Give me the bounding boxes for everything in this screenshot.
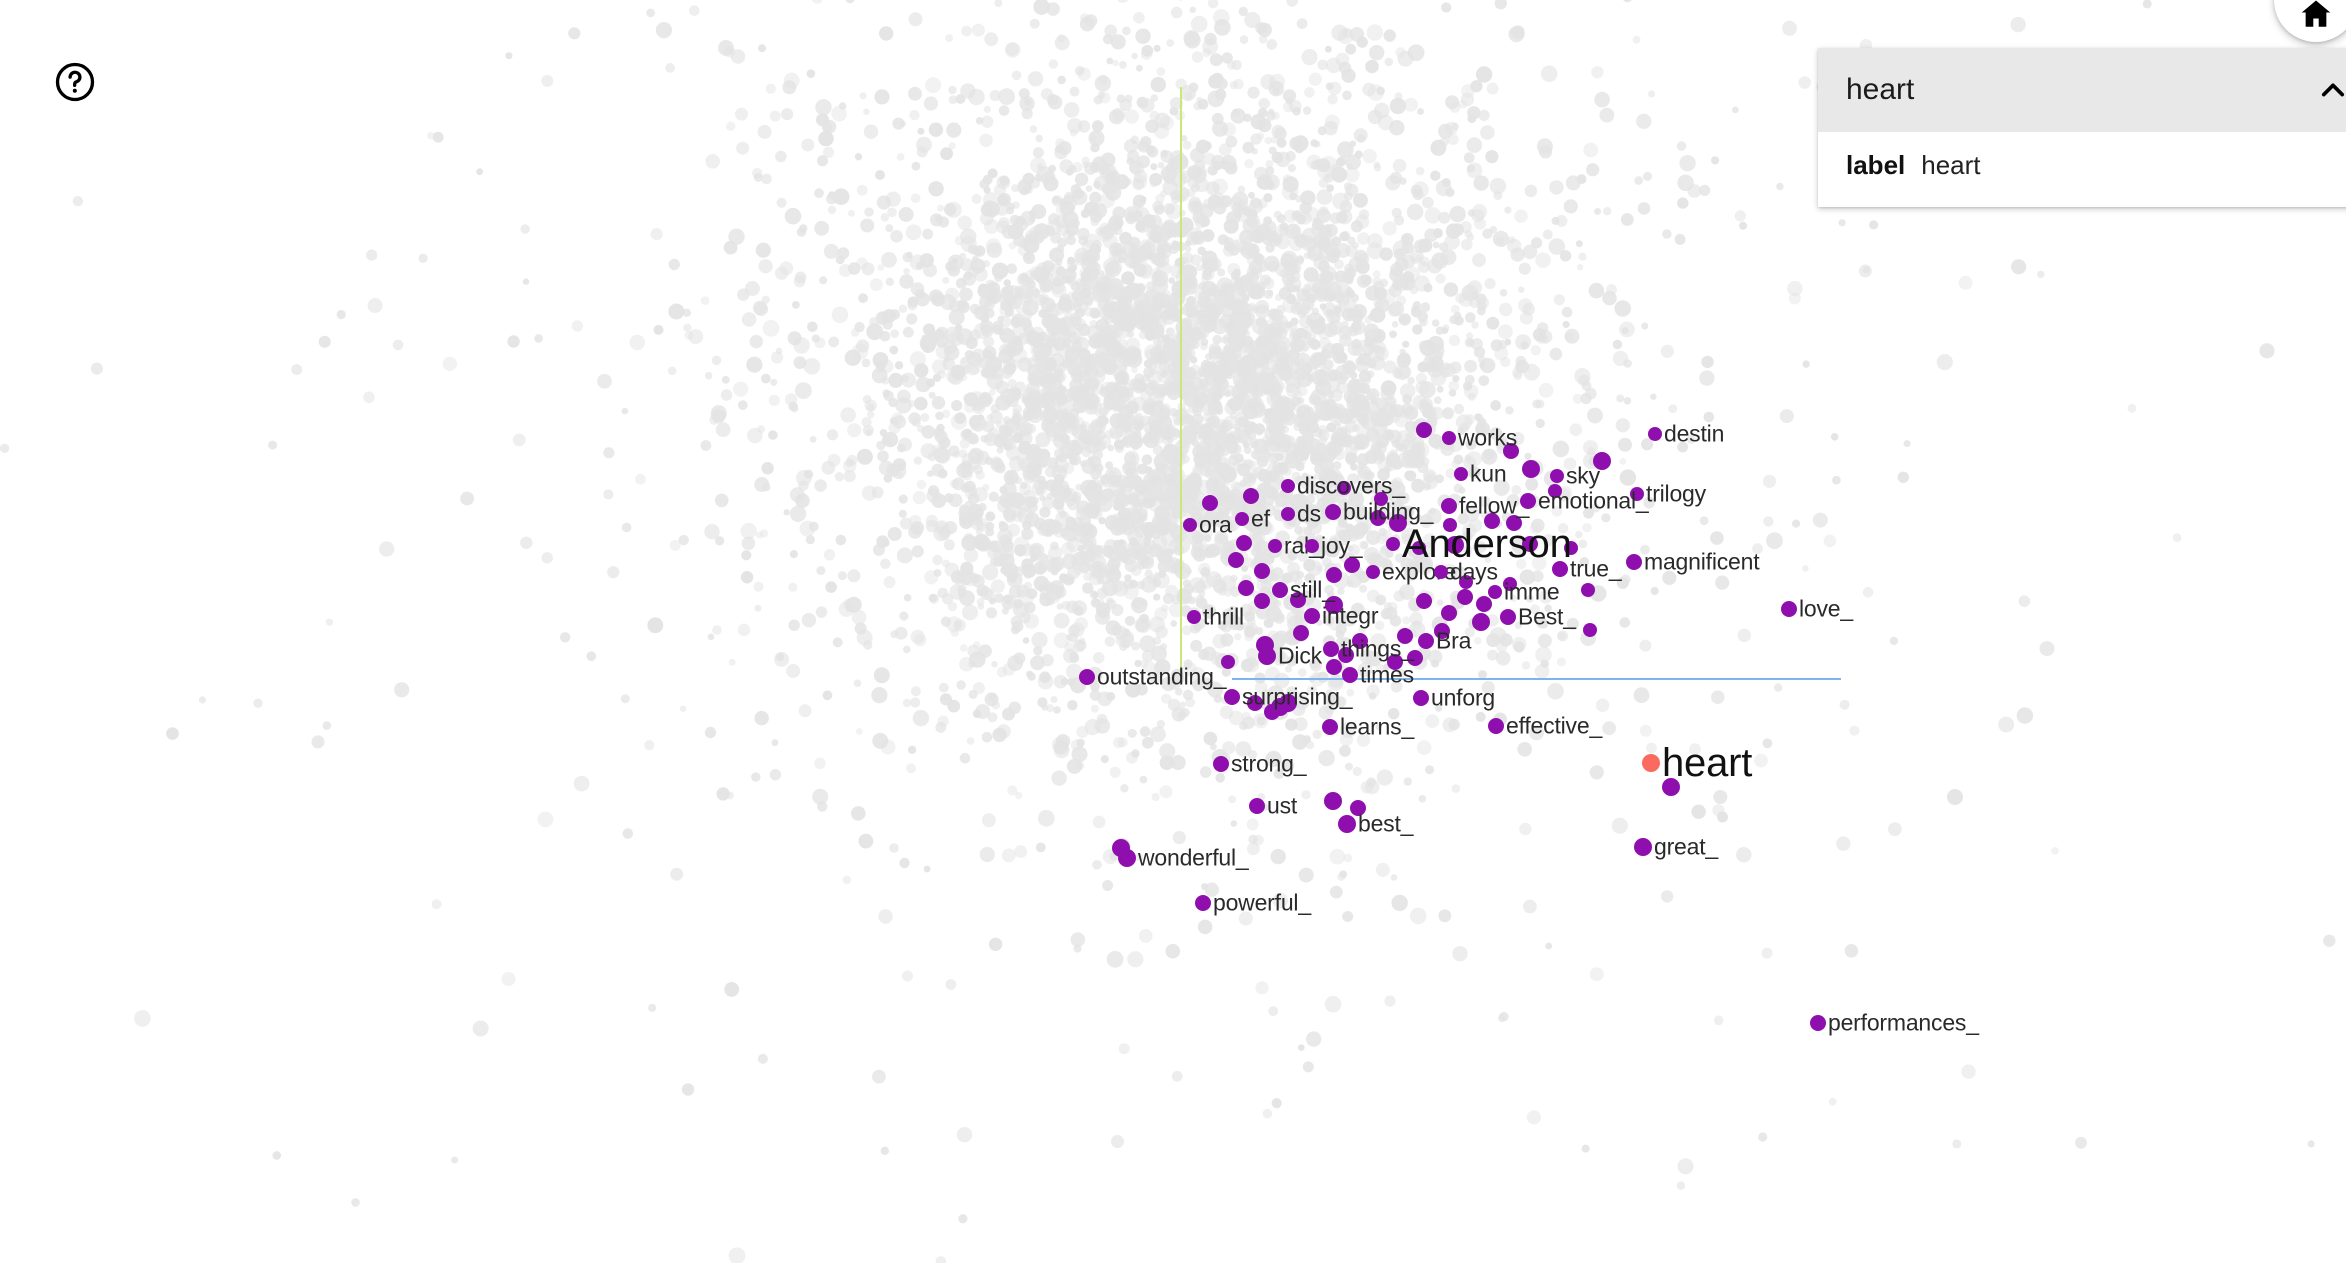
point-label: ef — [1251, 505, 1270, 532]
point-label: works — [1458, 424, 1518, 451]
scatter-point-days[interactable] — [1434, 565, 1448, 579]
scatter-point-Best_[interactable] — [1500, 609, 1516, 625]
point-label: powerful_ — [1213, 889, 1311, 916]
scatter-point-outstanding_[interactable] — [1079, 669, 1095, 685]
scatter-point-ef[interactable] — [1235, 512, 1249, 526]
point-label: Bra — [1436, 627, 1472, 654]
scatter-point-surprising_[interactable] — [1224, 689, 1240, 705]
scatter-point-discovers_[interactable] — [1281, 479, 1295, 493]
scatterplot-app: works destin kun sky trilogy discovers_ ds buil… — [0, 0, 2346, 1263]
scatter-point-best_[interactable] — [1338, 815, 1356, 833]
info-panel-body: label heart — [1818, 132, 2346, 207]
point-label: imme — [1504, 578, 1560, 605]
point-label: magnificent — [1644, 548, 1760, 575]
scatter-point-explore[interactable] — [1366, 565, 1380, 579]
point-label: surprising_ — [1242, 683, 1353, 710]
point-label: integr — [1322, 602, 1379, 629]
chevron-up-icon — [2321, 83, 2345, 97]
scatter-point-emotional_[interactable] — [1520, 493, 1536, 509]
scatter-point-building_[interactable] — [1325, 504, 1341, 520]
scatter-point-fellow_[interactable] — [1441, 498, 1457, 514]
point-label: ust — [1267, 792, 1298, 819]
scatter-point-ral_[interactable] — [1268, 539, 1282, 553]
point-label: Best_ — [1518, 603, 1576, 630]
info-row-value: heart — [1921, 150, 1981, 180]
point-label: joy_ — [1321, 532, 1363, 559]
scatter-point-unforg[interactable] — [1413, 690, 1429, 706]
info-panel-header[interactable]: heart — [1818, 48, 2346, 132]
selection-info-panel: heart label heart — [1818, 48, 2346, 207]
scatter-point-integr[interactable] — [1304, 608, 1320, 624]
scatter-point-ds[interactable] — [1281, 507, 1295, 521]
scatter-point-joy_[interactable] — [1305, 539, 1319, 553]
home-icon — [2301, 0, 2331, 27]
point-label: things_ — [1341, 635, 1414, 662]
scatter-point-times[interactable] — [1342, 667, 1358, 683]
point-label: fellow_ — [1459, 492, 1530, 519]
help-button[interactable] — [54, 61, 96, 103]
info-row-key: label — [1846, 150, 1906, 180]
point-label: ora — [1199, 511, 1232, 538]
point-label: love_ — [1799, 595, 1853, 622]
point-label: sky — [1566, 462, 1600, 489]
scatter-point-still_[interactable] — [1272, 582, 1288, 598]
scatter-point-powerful_[interactable] — [1195, 895, 1211, 911]
point-label: ds — [1297, 500, 1321, 527]
scatter-point-Dick[interactable] — [1258, 647, 1276, 665]
scatter-point-kun[interactable] — [1454, 467, 1468, 481]
scatter-point-great_[interactable] — [1634, 838, 1652, 856]
point-label: building_ — [1343, 498, 1434, 525]
scatter-point-destin[interactable] — [1648, 427, 1662, 441]
scatter-point-effective_[interactable] — [1488, 718, 1504, 734]
scatter-point-true_[interactable] — [1552, 561, 1568, 577]
scatter-point-thrill[interactable] — [1187, 610, 1201, 624]
collapse-panel-button[interactable] — [2316, 73, 2346, 107]
point-label: kun — [1470, 460, 1507, 487]
scatter-point-works[interactable] — [1442, 431, 1456, 445]
scatter-point-wonderful_[interactable] — [1118, 849, 1136, 867]
scatter-point-performances_[interactable] — [1810, 1015, 1826, 1031]
point-label: times — [1360, 661, 1414, 688]
scatter-point-Anderson[interactable] — [1386, 537, 1400, 551]
help-circle-icon — [55, 62, 95, 102]
scatter-point-heart[interactable] — [1642, 754, 1660, 772]
point-label: still_ — [1290, 576, 1335, 603]
point-label: trilogy — [1646, 480, 1706, 507]
scatter-point-sky[interactable] — [1550, 469, 1564, 483]
point-label: discovers_ — [1297, 472, 1405, 499]
scatter-point-ust[interactable] — [1249, 798, 1265, 814]
scatter-point-magnificent[interactable] — [1626, 554, 1642, 570]
info-panel-title: heart — [1846, 73, 1915, 106]
point-label: unforg — [1431, 684, 1496, 711]
point-label: wonderful_ — [1138, 844, 1249, 871]
point-label: thrill — [1203, 603, 1244, 630]
scatter-point-strong_[interactable] — [1213, 756, 1229, 772]
point-label: destin — [1664, 420, 1725, 447]
info-row: label heart — [1846, 150, 2346, 181]
scatter-point-learns_[interactable] — [1322, 719, 1338, 735]
point-label: outstanding_ — [1097, 663, 1227, 690]
point-label: effective_ — [1506, 712, 1603, 739]
scatter-point-imme[interactable] — [1488, 585, 1502, 599]
point-label: strong_ — [1231, 750, 1307, 777]
scatter-point-Bra[interactable] — [1418, 633, 1434, 649]
point-label: performances_ — [1828, 1009, 1979, 1036]
scatter-point-things_[interactable] — [1323, 641, 1339, 657]
scatter-point-ora[interactable] — [1183, 518, 1197, 532]
point-label: great_ — [1654, 833, 1719, 860]
point-label: heart — [1662, 741, 1753, 785]
point-label: best_ — [1358, 810, 1414, 837]
point-label: emotional_ — [1538, 487, 1649, 514]
point-label: days — [1450, 558, 1498, 585]
point-label: learns_ — [1340, 713, 1415, 740]
point-label: Dick — [1278, 642, 1322, 669]
point-label: true_ — [1570, 555, 1622, 582]
scatter-point-love_[interactable] — [1781, 601, 1797, 617]
